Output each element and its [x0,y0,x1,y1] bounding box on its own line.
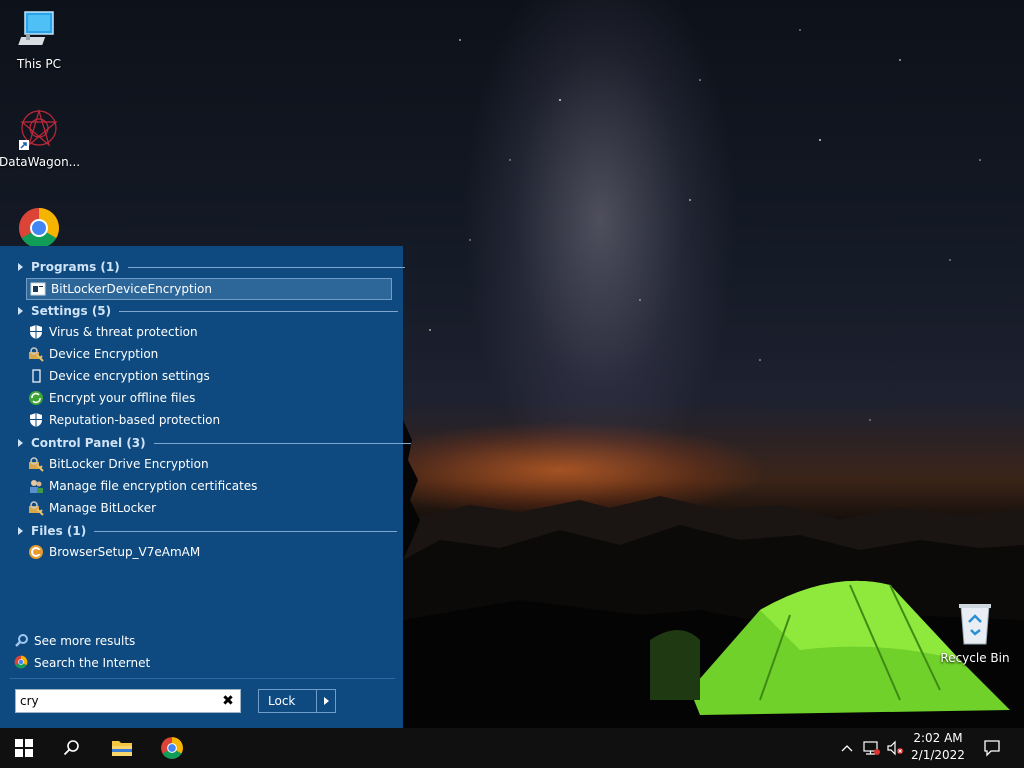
expand-triangle-icon [18,307,23,315]
group-header-control-panel[interactable]: Control Panel (3) [0,434,411,452]
lock-options-arrow-icon[interactable] [316,690,335,712]
expand-triangle-icon [18,439,23,447]
desktop-icon-label: This PC [17,57,61,71]
group-divider [153,442,411,444]
desktop-icon-recycle-bin[interactable]: Recycle Bin [935,600,1015,665]
folder-icon [112,741,132,756]
search-internet-link[interactable]: Search the Internet [14,654,150,672]
search-results-panel: Programs (1) BitLockerDeviceEncryption S… [0,246,411,728]
chrome-icon [14,655,30,671]
sync-center-icon [28,390,44,406]
search-icon [14,633,30,649]
program-icon [30,281,46,297]
notification-icon [984,740,1000,757]
action-center-button[interactable] [980,728,1004,768]
result-label: Device encryption settings [49,369,210,383]
result-device-encryption-settings[interactable]: Device encryption settings [28,366,210,386]
datawagon-icon [19,108,58,150]
taskbar-chrome[interactable] [148,728,196,768]
bitlocker-key-icon [28,456,44,472]
desktop-icon-label: DataWagon... [0,155,81,169]
group-divider [119,310,399,312]
result-manage-bitlocker[interactable]: Manage BitLocker [28,498,156,518]
chevron-up-icon [841,745,853,752]
result-device-encryption[interactable]: Device Encryption [28,344,158,364]
result-reputation-based-protection[interactable]: Reputation-based protection [28,410,220,430]
bitlocker-key-icon [28,500,44,516]
result-label: BitLockerDeviceEncryption [51,282,212,296]
clock-date: 2/1/2022 [911,748,965,762]
result-label: BrowserSetup_V7eAmAM [49,545,201,559]
group-label: Settings (5) [31,304,112,318]
taskbar: 2:02 AM 2/1/2022 [0,728,1024,768]
result-label: Manage file encryption certificates [49,479,258,493]
group-divider [94,530,398,532]
start-button[interactable] [0,728,48,768]
expand-triangle-icon [18,263,23,271]
group-header-files[interactable]: Files (1) [0,522,398,540]
search-field[interactable]: ✖ [15,689,241,713]
group-divider [127,266,405,268]
installer-icon [28,544,44,560]
group-header-programs[interactable]: Programs (1) [0,258,405,276]
expand-triangle-icon [18,527,23,535]
group-header-settings[interactable]: Settings (5) [0,302,399,320]
lock-split-button[interactable]: Lock [258,689,336,713]
taskbar-search-button[interactable] [48,728,96,768]
shield-icon [28,324,44,340]
result-bitlocker-drive-encryption[interactable]: BitLocker Drive Encryption [28,454,209,474]
taskbar-file-explorer[interactable] [98,728,146,768]
search-icon [63,740,79,756]
result-label: Device Encryption [49,347,159,361]
desktop-icon-datawagon[interactable]: DataWagon... [0,108,81,169]
desktop-icon-label: Recycle Bin [940,651,1010,665]
taskbar-clock[interactable]: 2:02 AM 2/1/2022 [902,730,974,766]
result-label: Manage BitLocker [49,501,157,515]
desktop-icon-this-pc[interactable]: This PC [0,10,79,71]
computer-icon [18,11,54,45]
result-label: Reputation-based protection [49,413,221,427]
shield-icon [28,412,44,428]
result-browser-setup[interactable]: BrowserSetup_V7eAmAM [28,542,200,562]
result-label: BitLocker Drive Encryption [49,457,209,471]
clear-search-icon[interactable]: ✖ [220,693,236,709]
clock-time: 2:02 AM [913,731,963,745]
group-label: Files (1) [31,524,87,538]
group-label: Control Panel (3) [31,436,146,450]
panel-divider [10,678,395,679]
windows-logo-icon [15,739,33,757]
desktop-icon-chrome[interactable] [0,206,79,251]
result-label: Virus & threat protection [49,325,198,339]
result-label: Encrypt your offline files [49,391,196,405]
bitlocker-key-icon [28,346,44,362]
chrome-icon [19,208,59,248]
result-bitlocker-device-encryption[interactable]: BitLockerDeviceEncryption [26,278,392,300]
device-icon [28,368,44,384]
result-encrypt-offline-files[interactable]: Encrypt your offline files [28,388,195,408]
network-icon [863,741,880,755]
show-hidden-icons-button[interactable] [838,728,856,768]
recycle-bin-icon [959,604,991,645]
network-status[interactable] [860,728,882,768]
chrome-icon [161,737,183,759]
search-input[interactable] [20,693,215,709]
users-icon [28,478,44,494]
see-more-label: See more results [34,634,136,648]
search-internet-label: Search the Internet [34,656,151,670]
result-virus-threat-protection[interactable]: Virus & threat protection [28,322,198,342]
see-more-results-link[interactable]: See more results [14,632,135,650]
lock-button[interactable]: Lock [259,690,316,712]
group-label: Programs (1) [31,260,120,274]
result-manage-file-encryption-certificates[interactable]: Manage file encryption certificates [28,476,257,496]
